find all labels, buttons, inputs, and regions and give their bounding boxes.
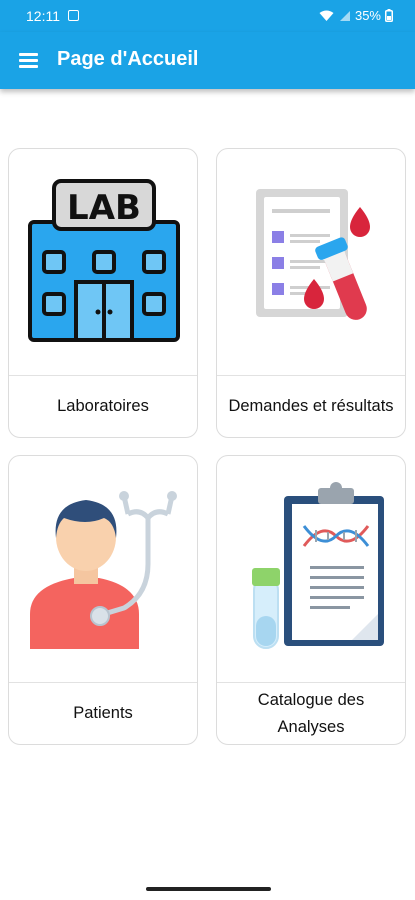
blood-test-request-icon	[256, 189, 370, 320]
catalogue-analyses-card[interactable]: Catalogue des Analyses	[216, 455, 406, 745]
card-label: Laboratoires	[57, 397, 149, 415]
patients-card[interactable]: Patients	[8, 455, 198, 745]
menu-button[interactable]	[14, 46, 44, 76]
card-label: Catalogue des Analyses	[257, 690, 365, 736]
app-bar: Page d'Accueil	[0, 32, 415, 89]
card-image	[217, 149, 405, 375]
status-time: 12:11	[26, 8, 60, 24]
card-image	[217, 456, 405, 682]
svg-text:LAB: LAB	[67, 188, 141, 228]
card-label: Patients	[73, 704, 133, 722]
home-indicator[interactable]	[146, 887, 271, 891]
analysis-catalogue-clipboard-icon	[252, 482, 384, 649]
page-title: Page d'Accueil	[57, 48, 199, 70]
status-bar: 12:11 35%	[0, 0, 415, 32]
wifi-icon	[319, 10, 334, 21]
card-image	[9, 456, 197, 682]
gallery-notification-icon	[68, 10, 79, 21]
battery-percentage: 35%	[354, 8, 381, 23]
demandes-resultats-card[interactable]: Demandes et résultats	[216, 148, 406, 438]
menu-icon-bar	[19, 59, 38, 62]
battery-icon	[385, 9, 393, 22]
patient-doctor-icon	[30, 491, 177, 649]
card-image: LAB	[9, 149, 197, 375]
status-indicators: 35%	[319, 8, 393, 23]
signal-icon	[339, 10, 350, 21]
laboratoires-card[interactable]: LAB Laboratoires	[8, 148, 198, 438]
card-label: Demandes et résultats	[228, 397, 394, 415]
menu-icon-bar	[19, 65, 38, 68]
laboratory-building-icon: LAB	[28, 179, 180, 342]
menu-icon	[19, 53, 38, 56]
